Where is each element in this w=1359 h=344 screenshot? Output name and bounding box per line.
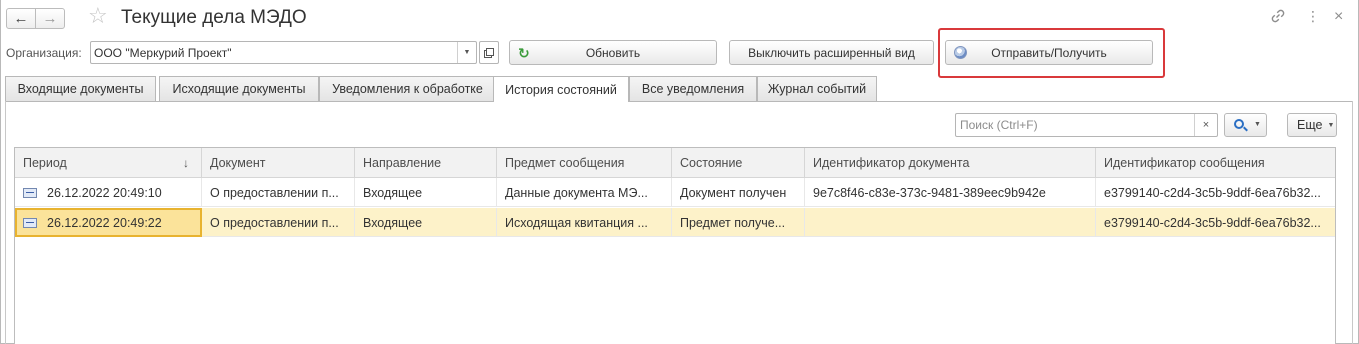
tab-label: Входящие документы [17,82,144,96]
tab-outgoing-documents[interactable]: Исходящие документы [159,76,319,101]
refresh-button[interactable]: ↻ Обновить [509,40,717,65]
column-label: Документ [210,156,266,170]
cell-document-id[interactable]: 9e7c8f46-c83e-373c-9481-389eec9b942e [805,178,1096,207]
disable-extended-view-button[interactable]: Выключить расширенный вид [729,40,934,65]
column-label: Идентификатор документа [813,156,970,170]
cell-text: О предоставлении п... [210,185,339,200]
cell-text: 26.12.2022 20:49:22 [47,215,162,230]
cell-text: Входящее [363,215,423,230]
cell-direction[interactable]: Входящее [355,178,497,207]
search-icon-handle [1243,126,1248,132]
cell-subject[interactable]: Данные документа МЭ... [497,178,672,207]
forward-button[interactable]: → [35,8,65,29]
tab-label: Журнал событий [767,82,867,96]
cell-text: 26.12.2022 20:49:10 [47,185,162,200]
arrow-right-icon: → [42,10,58,27]
favorite-star-icon[interactable]: ☆ [88,5,108,27]
column-header-state[interactable]: Состояние [672,148,805,178]
organization-field[interactable]: ООО "Меркурий Проект" ▼ [90,41,477,64]
column-label: Предмет сообщения [505,156,625,170]
column-header-document[interactable]: Документ [202,148,355,178]
sort-down-icon: ↓ [183,156,189,170]
cell-subject[interactable]: Исходящая квитанция ... [497,208,672,237]
cell-text: e3799140-c2d4-3c5b-9ddf-6ea76b32... [1104,185,1321,200]
table-row[interactable]: 26.12.2022 20:49:10 О предоставлении п..… [15,178,1335,207]
organization-value: ООО "Меркурий Проект" [94,46,232,60]
chain-link-icon [1271,9,1285,23]
extended-view-label: Выключить расширенный вид [748,45,915,60]
search-button[interactable]: ▼ [1224,113,1267,137]
cell-text: e3799140-c2d4-3c5b-9ddf-6ea76b32... [1104,215,1321,230]
page-title: Текущие дела МЭДО [121,7,307,28]
cell-text: Входящее [363,185,423,200]
tab-all-notifications[interactable]: Все уведомления [629,76,757,101]
tab-label: Уведомления к обработке [332,82,483,96]
status-record-icon [23,217,37,228]
search-input[interactable] [956,114,1194,136]
more-actions-icon[interactable]: ⋮ [1306,9,1320,23]
column-label: Период [23,156,67,170]
cell-period[interactable]: 26.12.2022 20:49:10 [15,178,202,207]
cell-message-id[interactable]: e3799140-c2d4-3c5b-9ddf-6ea76b32... [1096,178,1335,207]
cell-text: 9e7c8f46-c83e-373c-9481-389eec9b942e [813,185,1046,200]
more-button[interactable]: Еще ▼ [1287,113,1337,137]
table-row-selected[interactable]: 26.12.2022 20:49:22 О предоставлении п..… [15,208,1335,237]
tab-label: Исходящие документы [172,82,306,96]
cell-direction[interactable]: Входящее [355,208,497,237]
tab-notifications-to-process[interactable]: Уведомления к обработке [319,76,496,101]
status-record-icon [23,187,37,198]
column-label: Идентификатор сообщения [1104,156,1265,170]
column-header-subject[interactable]: Предмет сообщения [497,148,672,178]
column-header-direction[interactable]: Направление [355,148,497,178]
close-icon[interactable]: × [1334,9,1343,25]
back-button[interactable]: ← [6,8,36,29]
cell-message-id[interactable]: e3799140-c2d4-3c5b-9ddf-6ea76b32... [1096,208,1335,237]
column-label: Направление [363,156,442,170]
tab-status-history[interactable]: История состояний [493,76,629,102]
search-field[interactable]: × [955,113,1218,137]
organization-label: Организация: [6,46,82,60]
tab-event-log[interactable]: Журнал событий [757,76,877,101]
tab-incoming-documents[interactable]: Входящие документы [5,76,156,101]
form-window: ← → ☆ Текущие дела МЭДО ⋮ × Организация:… [0,0,1359,344]
cell-document[interactable]: О предоставлении п... [202,178,355,207]
cell-document-id[interactable] [805,208,1096,237]
tab-label: Все уведомления [641,82,745,96]
more-label: Еще [1297,118,1323,132]
cell-period[interactable]: 26.12.2022 20:49:22 [15,208,202,237]
cell-text: Предмет получе... [680,215,786,230]
dropdown-caret-icon[interactable]: ▼ [457,42,476,63]
clear-search-icon[interactable]: × [1194,114,1217,136]
cell-text: О предоставлении п... [210,215,339,230]
table-header: Период ↓ Документ Направление Предмет со… [15,148,1335,178]
cell-text: Исходящая квитанция ... [505,215,648,230]
cell-text: Данные документа МЭ... [505,185,648,200]
refresh-icon: ↻ [518,45,530,61]
arrow-left-icon: ← [13,10,29,27]
column-header-message-id[interactable]: Идентификатор сообщения [1096,148,1335,178]
open-window-icon [484,47,494,58]
cell-document[interactable]: О предоставлении п... [202,208,355,237]
link-icon[interactable] [1271,9,1285,26]
dropdown-caret-icon: ▼ [1254,121,1261,128]
refresh-label: Обновить [585,45,641,60]
column-label: Состояние [680,156,743,170]
cell-text: Документ получен [680,185,787,200]
open-organization-button[interactable] [479,41,499,64]
highlight-frame [938,28,1165,78]
cell-state[interactable]: Предмет получе... [672,208,805,237]
tab-label: История состояний [505,82,617,97]
dropdown-caret-icon: ▼ [1327,121,1335,129]
cell-state[interactable]: Документ получен [672,178,805,207]
status-history-table: Период ↓ Документ Направление Предмет со… [14,147,1336,344]
column-header-document-id[interactable]: Идентификатор документа [805,148,1096,178]
column-header-period[interactable]: Период ↓ [15,148,202,178]
